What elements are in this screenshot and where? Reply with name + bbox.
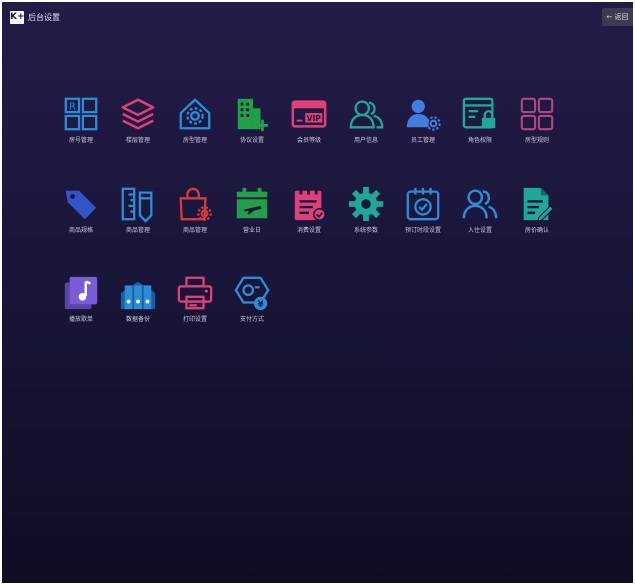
settings-tile[interactable]: 入住设置 <box>452 185 508 255</box>
settings-tile-label: 角色权限 <box>467 137 492 144</box>
settings-tile[interactable]: 房价确认 <box>509 185 565 255</box>
settings-tile[interactable]: 房型管理 <box>167 95 223 165</box>
settings-tile-label: 房价确认 <box>524 227 549 234</box>
bag-gear-icon <box>176 185 214 223</box>
music-icon <box>62 274 100 312</box>
settings-tile-label: 播放歌单 <box>68 316 93 323</box>
settings-tile-label: 消费设置 <box>296 227 321 234</box>
settings-tile[interactable]: 协议设置 <box>224 95 280 165</box>
vip-card-icon: VIP <box>290 95 328 133</box>
ruler-pencil-icon <box>119 185 157 223</box>
binders-icon <box>119 274 157 312</box>
svg-text:VIP: VIP <box>307 114 322 123</box>
settings-tile-label: 员工管理 <box>410 137 435 144</box>
settings-tile-label: 打印设置 <box>182 316 207 323</box>
settings-tile[interactable]: 打印设置 <box>167 274 223 344</box>
gear-icon <box>347 185 385 223</box>
document-edit-icon <box>518 185 556 223</box>
settings-tile[interactable]: 数据备份 <box>110 274 166 344</box>
settings-tile-label: 房号管理 <box>68 137 93 144</box>
settings-tile[interactable]: 商品管理 <box>167 185 223 255</box>
settings-tile-label: 房型管理 <box>182 137 207 144</box>
settings-tile-label: 会员等级 <box>296 137 321 144</box>
settings-tile[interactable]: 用户信息 <box>338 95 394 165</box>
calendar-flight-icon <box>233 185 271 223</box>
settings-tile-label: 房型规则 <box>524 137 549 144</box>
tag-icon <box>62 185 100 223</box>
people-icon <box>461 185 499 223</box>
role-lock-icon <box>461 95 499 133</box>
settings-tile[interactable]: ¥ 支付方式 <box>224 274 280 344</box>
settings-tile[interactable]: R 房号管理 <box>53 95 109 165</box>
payment-icon: ¥ <box>233 274 271 312</box>
staff-gear-icon <box>404 95 442 133</box>
svg-text:R: R <box>69 101 76 112</box>
settings-tile[interactable]: 消费设置 <box>281 185 337 255</box>
settings-tile-label: 商品规格 <box>68 227 93 234</box>
settings-grid: R 房号管理 楼层管理 房型管理 协议设置 VIP 会员等级 用户信息 员工管理 角色权限 房型规则… <box>2 2 633 583</box>
settings-tile-label: 协议设置 <box>239 137 264 144</box>
settings-tile-label: 营业日 <box>242 227 261 234</box>
settings-tile-label: 支付方式 <box>239 316 264 323</box>
settings-tile[interactable]: 系统参数 <box>338 185 394 255</box>
settings-tile[interactable]: 营业日 <box>224 185 280 255</box>
settings-tile[interactable]: 角色权限 <box>452 95 508 165</box>
settings-tile[interactable]: 播放歌单 <box>53 274 109 344</box>
settings-tile-label: 商品管理 <box>182 227 207 234</box>
settings-tile[interactable]: 房型规则 <box>509 95 565 165</box>
users-icon <box>347 95 385 133</box>
settings-tile-label: 商品管理 <box>125 227 150 234</box>
calendar-check-icon <box>404 185 442 223</box>
building-add-icon <box>233 95 271 133</box>
room-grid-icon: R <box>62 95 100 133</box>
printer-icon <box>176 274 214 312</box>
settings-tile[interactable]: 商品规格 <box>53 185 109 255</box>
settings-tile-label: 楼层管理 <box>125 137 150 144</box>
svg-text:¥: ¥ <box>258 300 264 310</box>
settings-tile[interactable]: 预订时段设置 <box>395 185 451 255</box>
settings-tile-label: 系统参数 <box>353 227 378 234</box>
rules-grid-icon <box>518 95 556 133</box>
settings-tile[interactable]: VIP 会员等级 <box>281 95 337 165</box>
house-settings-icon <box>176 95 214 133</box>
settings-window: K+ 后台设置 ← 返回 R 房号管理 楼层管理 房型管理 协议设置 VIP 会员等级 用户信… <box>2 2 633 583</box>
settings-tile-label: 用户信息 <box>353 137 378 144</box>
settings-tile-label: 预订时段设置 <box>404 227 441 234</box>
settings-tile-label: 入住设置 <box>467 227 492 234</box>
layers-icon <box>119 95 157 133</box>
settings-tile[interactable]: 员工管理 <box>395 95 451 165</box>
settings-tile-label: 数据备份 <box>125 316 150 323</box>
notepad-check-icon <box>290 185 328 223</box>
settings-tile[interactable]: 楼层管理 <box>110 95 166 165</box>
settings-tile[interactable]: 商品管理 <box>110 185 166 255</box>
